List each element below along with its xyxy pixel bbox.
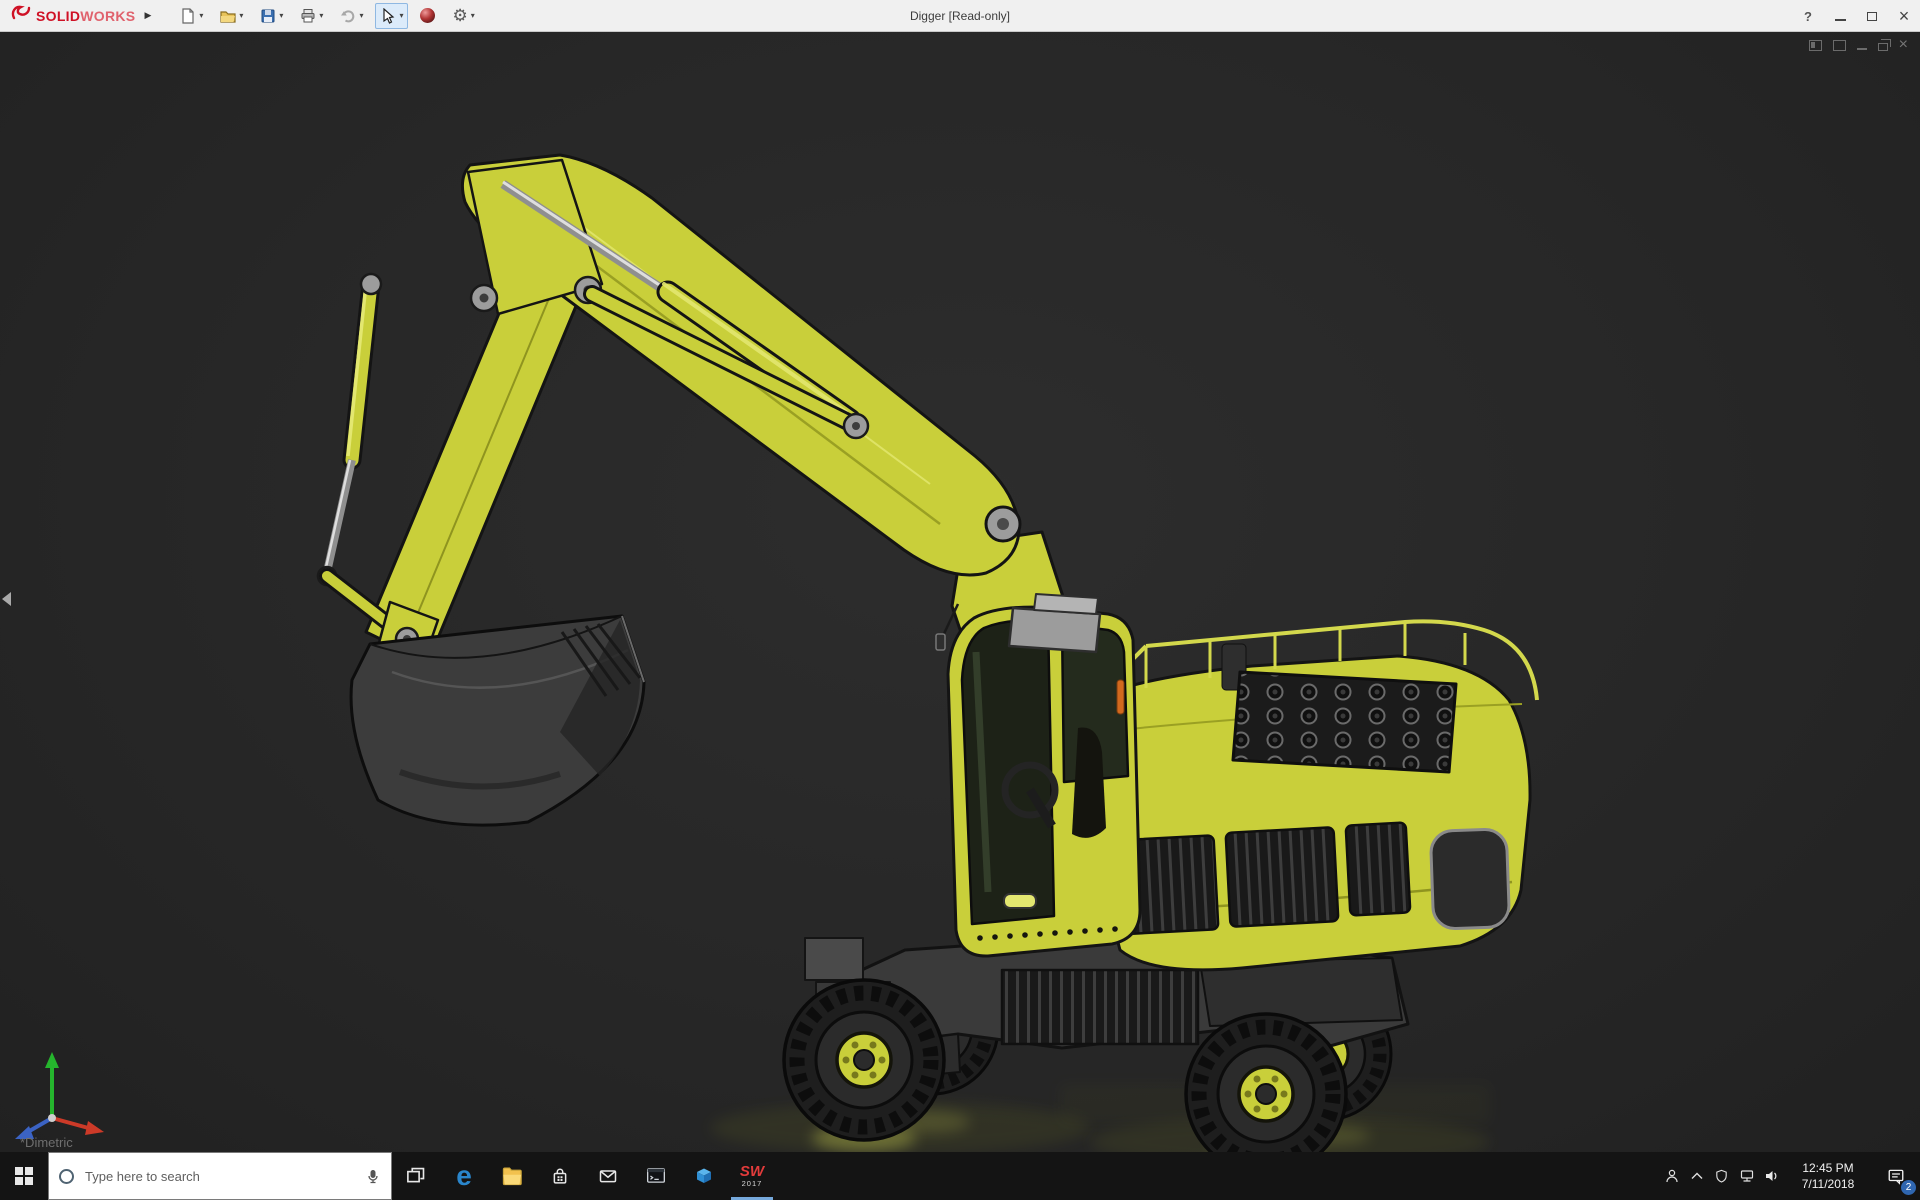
viewer-3d-button[interactable] xyxy=(680,1152,728,1200)
cube-3d-icon xyxy=(697,1168,711,1183)
close-button[interactable]: × xyxy=(1888,0,1920,32)
task-view-icon xyxy=(407,1167,425,1183)
document-window-controls: × xyxy=(1808,37,1908,53)
mail-icon xyxy=(599,1170,617,1183)
front-wheel-right[interactable] xyxy=(1184,1012,1348,1152)
print-button[interactable]: ▾ xyxy=(295,3,328,29)
app-titlebar: SOLIDWORKS ▶ ▾ ▾ ▾ ▾ ▾ ▾ ⚙ ▾ Digger [Rea… xyxy=(0,0,1920,32)
speaker-icon xyxy=(1765,1171,1776,1181)
help-button[interactable]: ? xyxy=(1792,0,1824,32)
clock-time: 12:45 PM xyxy=(1802,1160,1854,1175)
options-button[interactable]: ⚙ ▾ xyxy=(447,3,479,29)
document-title: Digger [Read-only] xyxy=(909,8,1011,23)
security-tray-button[interactable] xyxy=(1709,1152,1734,1200)
tray-expand-button[interactable] xyxy=(1684,1152,1709,1200)
start-button[interactable] xyxy=(0,1152,48,1200)
undo-button[interactable]: ▾ xyxy=(335,3,368,29)
save-floppy-icon xyxy=(261,9,275,22)
gear-icon: ⚙ xyxy=(452,6,468,25)
new-document-button[interactable]: ▾ xyxy=(175,3,208,29)
undo-dropdown-caret[interactable]: ▾ xyxy=(359,11,363,20)
taskbar-spacer xyxy=(776,1152,1659,1200)
graphics-area[interactable]: × *Dimetric xyxy=(0,32,1920,1152)
mail-button[interactable] xyxy=(584,1152,632,1200)
view-orientation-label: *Dimetric xyxy=(20,1135,73,1150)
console-icon xyxy=(647,1168,665,1183)
document-minimize-icon[interactable] xyxy=(1856,48,1867,50)
save-button[interactable]: ▾ xyxy=(255,3,288,29)
search-icon xyxy=(59,1168,74,1184)
save-dropdown-caret[interactable]: ▾ xyxy=(279,11,283,20)
store-button[interactable] xyxy=(536,1152,584,1200)
network-tray-button[interactable] xyxy=(1734,1152,1759,1200)
open-folder-icon xyxy=(220,10,236,23)
console-button[interactable] xyxy=(632,1152,680,1200)
minimize-icon xyxy=(1834,19,1846,21)
volume-tray-button[interactable] xyxy=(1759,1152,1784,1200)
appearance-button[interactable] xyxy=(415,3,440,29)
chevron-up-icon xyxy=(1691,1172,1702,1179)
new-window-icon[interactable] xyxy=(1832,39,1846,51)
excavator-model[interactable] xyxy=(316,153,1539,1152)
search-input[interactable] xyxy=(83,1167,356,1185)
engine-housing[interactable] xyxy=(1096,619,1539,972)
solidworks-taskbar-button[interactable]: SW 2017 xyxy=(728,1152,776,1200)
print-icon xyxy=(301,8,315,22)
document-close-icon[interactable]: × xyxy=(1899,37,1908,53)
edge-icon: e xyxy=(456,1160,472,1191)
maximize-icon xyxy=(1867,11,1877,21)
people-button[interactable] xyxy=(1659,1152,1684,1200)
maximize-button[interactable] xyxy=(1856,0,1888,32)
shield-icon xyxy=(1716,1169,1727,1183)
minimize-button[interactable] xyxy=(1824,0,1856,32)
panel-toggle-icon[interactable] xyxy=(1808,39,1822,51)
clock-date: 7/11/2018 xyxy=(1801,1177,1855,1191)
dassault-systemes-logo xyxy=(10,4,32,27)
windows-taskbar: e SW2 xyxy=(0,1152,1920,1200)
app-brand: SOLIDWORKS xyxy=(36,7,136,24)
taskbar-search[interactable] xyxy=(48,1152,392,1200)
microphone-icon[interactable] xyxy=(365,1168,381,1184)
excavator-scene[interactable] xyxy=(0,32,1920,1152)
edge-button[interactable]: e xyxy=(440,1152,488,1200)
new-document-icon xyxy=(182,7,194,24)
options-dropdown-caret[interactable]: ▾ xyxy=(471,11,475,20)
boom-assembly[interactable] xyxy=(316,153,1022,674)
file-explorer-button[interactable] xyxy=(488,1152,536,1200)
taskbar-clock[interactable]: 12:45 PM 7/11/2018 xyxy=(1784,1152,1872,1200)
undo-icon xyxy=(341,9,355,22)
document-restore-icon[interactable] xyxy=(1877,39,1891,51)
open-document-button[interactable]: ▾ xyxy=(215,3,248,29)
new-dropdown-caret[interactable]: ▾ xyxy=(199,11,203,20)
orientation-triad xyxy=(15,1052,104,1139)
print-dropdown-caret[interactable]: ▾ xyxy=(319,11,323,20)
select-dropdown-caret[interactable]: ▾ xyxy=(399,11,403,20)
close-icon: × xyxy=(1898,6,1910,26)
appearance-sphere-icon xyxy=(420,8,436,23)
windows-logo-icon xyxy=(15,1167,33,1185)
open-dropdown-caret[interactable]: ▾ xyxy=(239,11,243,20)
quick-access-toolbar: ▾ ▾ ▾ ▾ ▾ ▾ ⚙ ▾ xyxy=(175,2,479,29)
people-icon xyxy=(1665,1169,1678,1183)
file-explorer-icon xyxy=(502,1167,522,1186)
panel-collapse-arrow[interactable] xyxy=(2,592,11,606)
notification-badge: 2 xyxy=(1901,1180,1916,1195)
solidworks-2017-icon: SW 2017 xyxy=(739,1163,765,1189)
store-icon xyxy=(553,1168,567,1184)
action-center-button[interactable]: 2 xyxy=(1872,1152,1920,1200)
menu-flyout-arrow[interactable]: ▶ xyxy=(144,10,151,21)
select-cursor-icon xyxy=(383,7,395,24)
task-view-button[interactable] xyxy=(392,1152,440,1200)
cab[interactable] xyxy=(935,593,1142,958)
network-icon xyxy=(1740,1170,1753,1182)
front-wheel-left[interactable] xyxy=(782,978,946,1142)
bucket[interactable] xyxy=(349,614,646,827)
select-tool-button[interactable]: ▾ xyxy=(375,2,409,29)
